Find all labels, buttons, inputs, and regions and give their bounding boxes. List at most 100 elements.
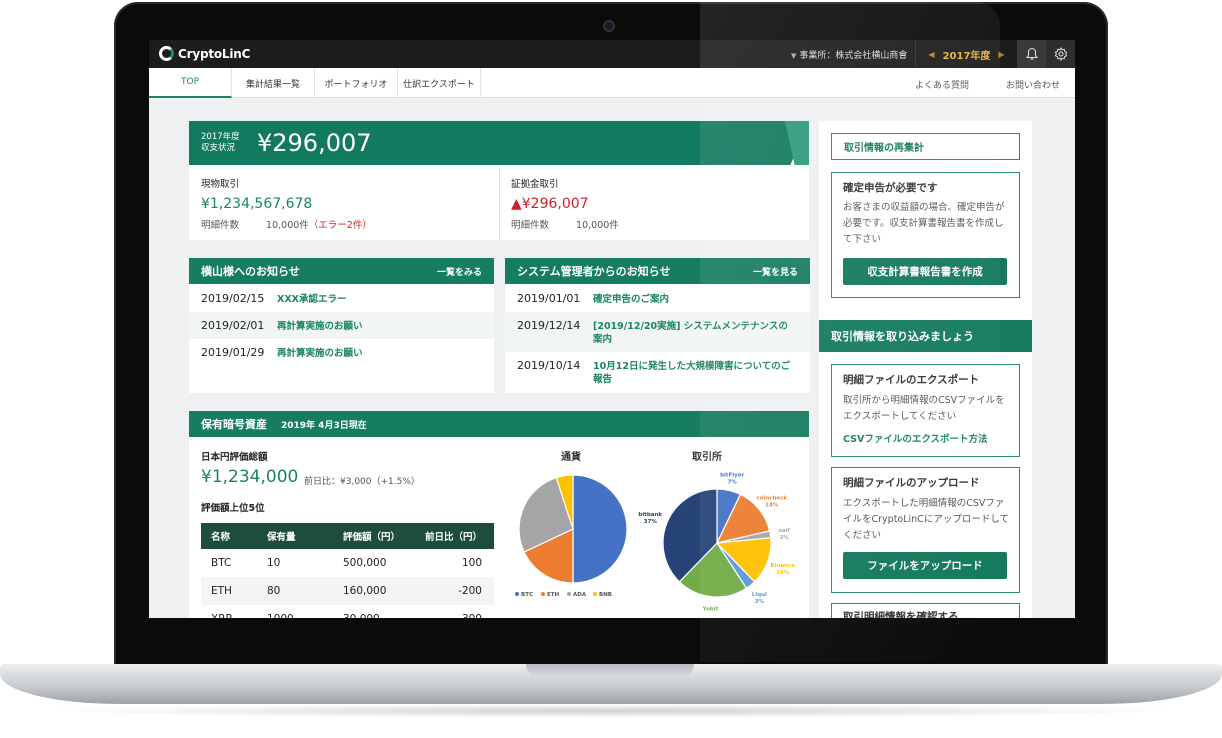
cell-name: XRP — [201, 605, 257, 618]
legend-swatch-eth — [541, 592, 545, 596]
table-row: ETH 80 160,000 -200 — [201, 577, 494, 605]
cell-change: -300 — [415, 605, 494, 618]
margin-detail-label: 明細件数 — [511, 220, 550, 231]
table-row: XRP 1000 30,000 -300 — [201, 605, 494, 618]
spot-title: 現物取引 — [201, 179, 240, 190]
news-date: 2019/02/15 — [201, 292, 265, 305]
news-link[interactable]: 再計算実施のお願い — [277, 319, 363, 333]
cell-name: ETH — [201, 577, 257, 605]
cell-name: BTC — [211, 557, 232, 569]
news-item[interactable]: 2019/01/29 再計算実施のお願い — [189, 339, 494, 366]
news-date: 2019/10/14 — [517, 359, 581, 372]
year-label: 2017年度 — [942, 50, 991, 62]
cell-value: 30,000 — [333, 605, 415, 618]
cell-change: 100 — [461, 557, 482, 569]
admin-news-more-link[interactable]: 一覧を見る — [753, 265, 798, 278]
cell-amount: 1000 — [257, 605, 333, 618]
user-news-header: 横山様へのお知らせ 一覧をみる — [189, 258, 494, 284]
admin-news-header: システム管理者からのお知らせ 一覧を見る — [505, 258, 810, 284]
notifications-button[interactable] — [1017, 40, 1046, 68]
export-howto-link[interactable]: CSVファイルのエクスポート方法 — [843, 431, 988, 445]
pie-label-yobit: Yobit — [702, 607, 719, 613]
tab-top[interactable]: TOP — [149, 68, 232, 98]
create-report-button[interactable]: 収支計算書報告書を作成 — [843, 258, 1007, 285]
cell-change: -200 — [415, 577, 494, 605]
jpy-total-value: ¥1,234,000 — [201, 467, 299, 487]
cell-amount: 10 — [267, 557, 281, 569]
divider — [499, 169, 500, 240]
col-amount[interactable]: 保有量 — [257, 523, 333, 549]
legend-label-ada: ADA — [573, 592, 587, 598]
news-item[interactable]: 2019/02/01 再計算実施のお願い — [189, 312, 494, 339]
user-news-title: 横山様へのお知らせ — [201, 265, 300, 278]
next-year-icon[interactable]: ▶ — [998, 50, 1004, 59]
app-screen: CryptoLinC ▼ 事業所：株式会社横山商會 ◀ 2017年度 ▶ TOP … — [149, 40, 1075, 618]
upload-box: 明細ファイルのアップロード エクスポートした明細情報のCSVファイルをCrypt… — [831, 467, 1020, 593]
confirm-box[interactable]: 取引明細情報を確認する — [831, 603, 1020, 618]
import-band: 取引情報を取り込みましょう — [819, 320, 1032, 352]
prev-year-icon[interactable]: ◀ — [928, 50, 934, 59]
spot-detail-count: 10,000件 — [266, 220, 309, 231]
news-item[interactable]: 2019/10/14 10月12日に発生した大規模障害についてのご報告 — [505, 352, 810, 392]
spot-error-count[interactable]: （エラー2件） — [309, 220, 372, 231]
year-selector: ◀ 2017年度 ▶ — [915, 40, 1017, 68]
app-logo[interactable]: CryptoLinC — [159, 46, 250, 61]
news-link[interactable]: 確定申告のご案内 — [593, 292, 669, 306]
confirm-title: 取引明細情報を確認する — [843, 611, 959, 618]
faq-link[interactable]: よくある質問 — [915, 78, 969, 91]
pie-label-coincheck: coincheck — [756, 495, 787, 501]
assets-table: 名称 保有量 評価額（円） 前日比（円） BTC 10 500,000 100 … — [201, 523, 494, 618]
pie-value-binance: 14% — [776, 570, 790, 576]
pie-label-bitflyer: bitFlyer — [720, 473, 744, 479]
upload-button[interactable]: ファイルをアップロード — [843, 552, 1007, 579]
caret-down-icon: ▼ — [791, 52, 797, 60]
col-value[interactable]: 評価額（円） — [333, 523, 415, 549]
legend-swatch-bnb — [593, 592, 597, 596]
user-news-more-link[interactable]: 一覧をみる — [437, 265, 482, 278]
col-change[interactable]: 前日比（円） — [415, 523, 494, 549]
pie-value-zaif: 2% — [779, 535, 789, 541]
legend-label-btc: BTC — [521, 592, 533, 598]
pie-label-liqui: Liqui — [752, 592, 767, 598]
news-link[interactable]: 再計算実施のお願い — [277, 346, 363, 360]
news-link[interactable]: XXX承認エラー — [277, 292, 346, 306]
news-item[interactable]: 2019/02/15 XXX承認エラー — [189, 285, 494, 312]
top5-label: 評価額上位5位 — [201, 503, 265, 514]
legend-swatch-ada — [567, 592, 571, 596]
tab-summary-list[interactable]: 集計結果一覧 — [232, 68, 315, 98]
margin-detail: 明細件数 10,000件 — [511, 217, 619, 231]
currency-pie-chart: BTC ETH ADA BNB — [515, 474, 628, 598]
col-name[interactable]: 名称 — [201, 523, 257, 549]
tab-journal-export[interactable]: 仕訳エクスポート — [398, 68, 481, 98]
recalc-button[interactable]: 取引情報の再集計 — [831, 133, 1020, 160]
table-header-row: 名称 保有量 評価額（円） 前日比（円） — [201, 523, 494, 549]
jpy-prev-day: 前日比：¥3,000（+1.5%） — [304, 477, 420, 487]
admin-news-panel: システム管理者からのお知らせ 一覧を見る 2019/01/01 確定申告のご案内… — [505, 258, 810, 393]
news-item[interactable]: 2019/12/14 [2019/12/20実施] システムメンテナンスの案内 — [505, 312, 810, 352]
assets-panel: 保有暗号資産 2019年 4月3日現在 日本円評価総額 ¥1,234,000 前… — [189, 411, 809, 618]
settings-button[interactable] — [1046, 40, 1075, 68]
laptop-shadow — [40, 704, 1182, 718]
pie-slice-btc[interactable] — [572, 474, 628, 584]
camera — [603, 20, 615, 32]
summary-caption: 収支状況 — [201, 143, 236, 153]
pie-value-liqui: 3% — [755, 599, 765, 605]
news-link[interactable]: 10月12日に発生した大規模障害についてのご報告 — [593, 359, 793, 386]
export-title: 明細ファイルのエクスポート — [843, 374, 980, 386]
laptop-notch — [526, 664, 694, 678]
assets-date: 2019年 4月3日現在 — [281, 420, 367, 431]
tab-portfolio[interactable]: ポートフォリオ — [315, 68, 398, 98]
spot-detail: 明細件数 10,000件（エラー2件） — [201, 217, 372, 231]
contact-link[interactable]: お問い合わせ — [1006, 78, 1060, 91]
margin-title: 証拠金取引 — [511, 179, 559, 190]
news-date: 2019/01/29 — [201, 346, 265, 359]
office-selector[interactable]: ▼ 事業所：株式会社横山商會 — [791, 48, 907, 61]
news-date: 2019/02/01 — [201, 319, 265, 332]
pie-label-binance: Binance — [770, 563, 795, 569]
export-box: 明細ファイルのエクスポート 取引所から明細情報のCSVファイルをエクスポートして… — [831, 364, 1020, 457]
summary-year: 2017年度 — [201, 132, 240, 142]
logo-icon — [159, 46, 174, 61]
news-item[interactable]: 2019/01/01 確定申告のご案内 — [505, 285, 810, 312]
exchange-pie-chart: bitFlyer7%coincheck14%zaif2%Binance14%Li… — [638, 473, 795, 613]
news-link[interactable]: [2019/12/20実施] システムメンテナンスの案内 — [593, 319, 793, 346]
